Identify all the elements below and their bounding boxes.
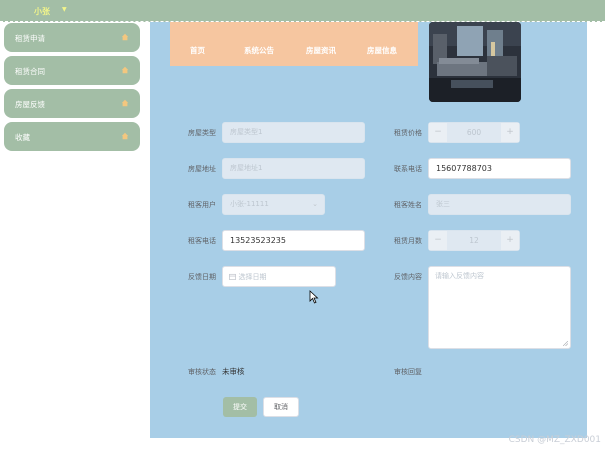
nav-home[interactable]: 首页 [190, 45, 205, 56]
home-icon [121, 33, 129, 41]
home-icon [121, 99, 129, 107]
nav-announcements[interactable]: 系统公告 [244, 45, 274, 56]
rent-price-label: 租赁价格 [394, 129, 422, 137]
calendar-icon [229, 273, 236, 280]
minus-icon[interactable]: − [429, 231, 447, 250]
house-address-input[interactable]: 房屋地址1 [222, 158, 365, 179]
rent-months-label: 租赁月数 [394, 237, 422, 245]
rent-months-stepper[interactable]: − 12 + [428, 230, 520, 251]
home-icon [121, 66, 129, 74]
sidebar-item-rental-contract[interactable]: 租赁合同 [4, 56, 140, 85]
sidebar-item-house-feedback[interactable]: 房屋反馈 [4, 89, 140, 118]
sidebar-item-label: 收藏 [15, 133, 30, 142]
sidebar-item-favorites[interactable]: 收藏 [4, 122, 140, 151]
chevron-down-icon[interactable]: ▼ [62, 6, 67, 13]
sidebar: 租赁申请 租赁合同 房屋反馈 收藏 [0, 22, 148, 449]
home-icon [121, 132, 129, 140]
feedback-date-picker[interactable]: 选择日期 [222, 266, 336, 287]
plus-icon[interactable]: + [501, 123, 519, 142]
audit-status-label: 审核状态 [188, 368, 216, 376]
tenant-user-select[interactable]: 小张-11111 ⌄ [222, 194, 325, 215]
feedback-date-label: 反馈日期 [188, 273, 216, 281]
house-type-input[interactable]: 房屋类型1 [222, 122, 365, 143]
resize-handle-icon[interactable] [563, 341, 568, 346]
chevron-down-icon: ⌄ [312, 200, 318, 208]
house-address-label: 房屋地址 [188, 165, 216, 173]
user-name[interactable]: 小张 [34, 6, 50, 17]
house-type-label: 房屋类型 [188, 129, 216, 137]
minus-icon[interactable]: − [429, 123, 447, 142]
sidebar-item-label: 租赁合同 [15, 67, 45, 76]
tenant-name-input[interactable]: 张三 [428, 194, 571, 215]
sidebar-item-label: 房屋反馈 [15, 100, 45, 109]
mouse-cursor-icon [309, 290, 319, 304]
submit-button[interactable]: 提交 [223, 397, 257, 417]
contact-phone-label: 联系电话 [394, 165, 422, 173]
contact-phone-input[interactable]: 15607788703 [428, 158, 571, 179]
sidebar-item-label: 租赁申请 [15, 34, 45, 43]
feedback-content-textarea[interactable]: 请输入反馈内容 [428, 266, 571, 349]
top-nav: 首页 系统公告 房屋资讯 房屋信息 [170, 22, 418, 66]
rent-price-stepper[interactable]: − 600 + [428, 122, 520, 143]
nav-house-info[interactable]: 房屋信息 [367, 45, 397, 56]
audit-reply-label: 审核回复 [394, 368, 422, 376]
tenant-phone-input[interactable]: 13523523235 [222, 230, 365, 251]
audit-status-value: 未审核 [222, 367, 245, 376]
sidebar-item-rental-application[interactable]: 租赁申请 [4, 23, 140, 52]
plus-icon[interactable]: + [501, 231, 519, 250]
main-content: 首页 系统公告 房屋资讯 房屋信息 房屋类型 房屋类型1 租赁价格 − 600 … [150, 22, 587, 438]
watermark: CSDN @MZ_ZXD001 [508, 435, 601, 445]
tenant-phone-label: 租客电话 [188, 237, 216, 245]
nav-house-news[interactable]: 房屋资讯 [306, 45, 336, 56]
feedback-content-label: 反馈内容 [394, 273, 422, 281]
top-bar: 小张 ▼ [0, 0, 605, 22]
house-photo [429, 22, 521, 102]
cancel-button[interactable]: 取消 [263, 397, 299, 417]
tenant-name-label: 租客姓名 [394, 201, 422, 209]
tenant-user-label: 租客用户 [188, 201, 216, 209]
